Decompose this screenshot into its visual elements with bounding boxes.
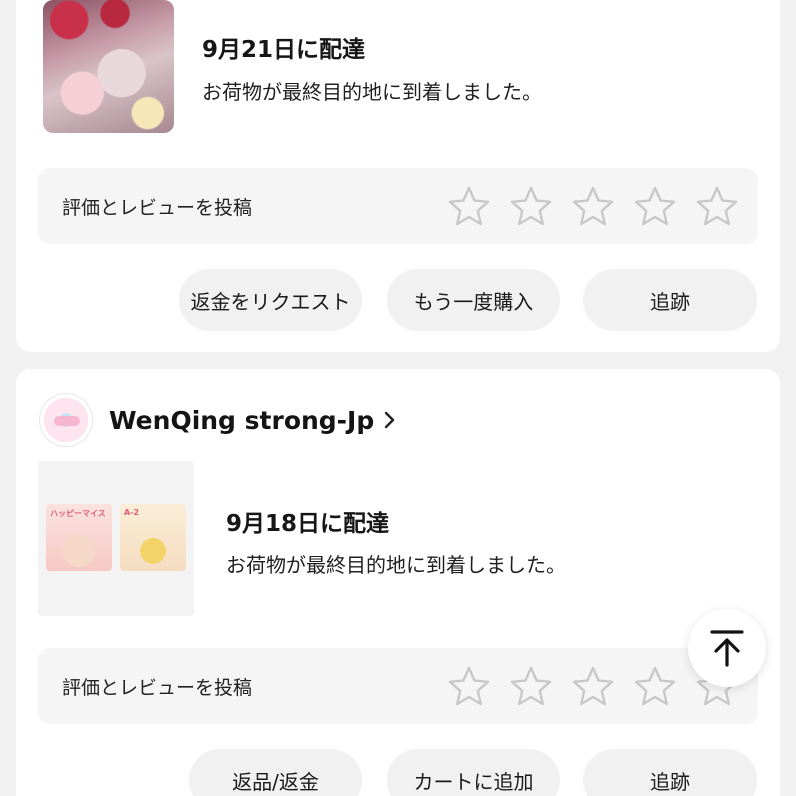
- add-to-cart-button[interactable]: カートに追加: [387, 749, 560, 796]
- product-thumbnail: ハッピーマイス: [46, 504, 112, 571]
- star-outline-icon[interactable]: [624, 662, 686, 710]
- delivery-status-text: お荷物が最終目的地に到着しました。: [202, 80, 542, 104]
- review-label: 評価とレビューを投稿: [62, 197, 253, 219]
- star-outline-icon[interactable]: [624, 182, 686, 230]
- track-button[interactable]: 追跡: [583, 269, 757, 331]
- delivery-date-title: 9月18日に配達: [226, 511, 390, 537]
- return-refund-button[interactable]: 返品/返金: [189, 749, 362, 796]
- thumbnail-label: ハッピーマイス: [50, 509, 106, 518]
- product-thumbnail: A-2: [120, 504, 186, 571]
- star-outline-icon[interactable]: [686, 182, 748, 230]
- star-rating[interactable]: [438, 182, 748, 230]
- chevron-right-icon: [384, 411, 396, 429]
- star-outline-icon[interactable]: [562, 662, 624, 710]
- shop-avatar: [39, 393, 93, 447]
- review-panel: 評価とレビューを投稿: [38, 648, 758, 724]
- review-label: 評価とレビューを投稿: [62, 677, 253, 699]
- product-thumbnail-group[interactable]: ハッピーマイス A-2: [38, 461, 194, 616]
- scroll-to-top-button[interactable]: [688, 609, 766, 687]
- star-outline-icon[interactable]: [562, 182, 624, 230]
- thumbnail-label: A-2: [124, 508, 140, 517]
- star-outline-icon[interactable]: [500, 662, 562, 710]
- star-outline-icon[interactable]: [500, 182, 562, 230]
- star-outline-icon[interactable]: [438, 662, 500, 710]
- track-button[interactable]: 追跡: [583, 749, 757, 796]
- shop-header[interactable]: WenQing strong-Jp: [39, 393, 396, 447]
- product-thumbnail[interactable]: [43, 0, 174, 133]
- refund-request-button[interactable]: 返金をリクエスト: [179, 269, 362, 331]
- star-outline-icon[interactable]: [438, 182, 500, 230]
- buy-again-button[interactable]: もう一度購入: [387, 269, 560, 331]
- review-panel: 評価とレビューを投稿: [38, 168, 758, 244]
- order-card-2: WenQing strong-Jp ハッピーマイス A-2 9月18日に配達 お…: [16, 369, 780, 796]
- shop-name[interactable]: WenQing strong-Jp: [109, 406, 374, 435]
- arrow-up-to-top-icon: [710, 630, 744, 667]
- delivery-date-title: 9月21日に配達: [202, 37, 366, 63]
- delivery-status-text: お荷物が最終目的地に到着しました。: [226, 553, 566, 577]
- order-card-1: 9月21日に配達 お荷物が最終目的地に到着しました。 評価とレビューを投稿 返金…: [16, 0, 780, 352]
